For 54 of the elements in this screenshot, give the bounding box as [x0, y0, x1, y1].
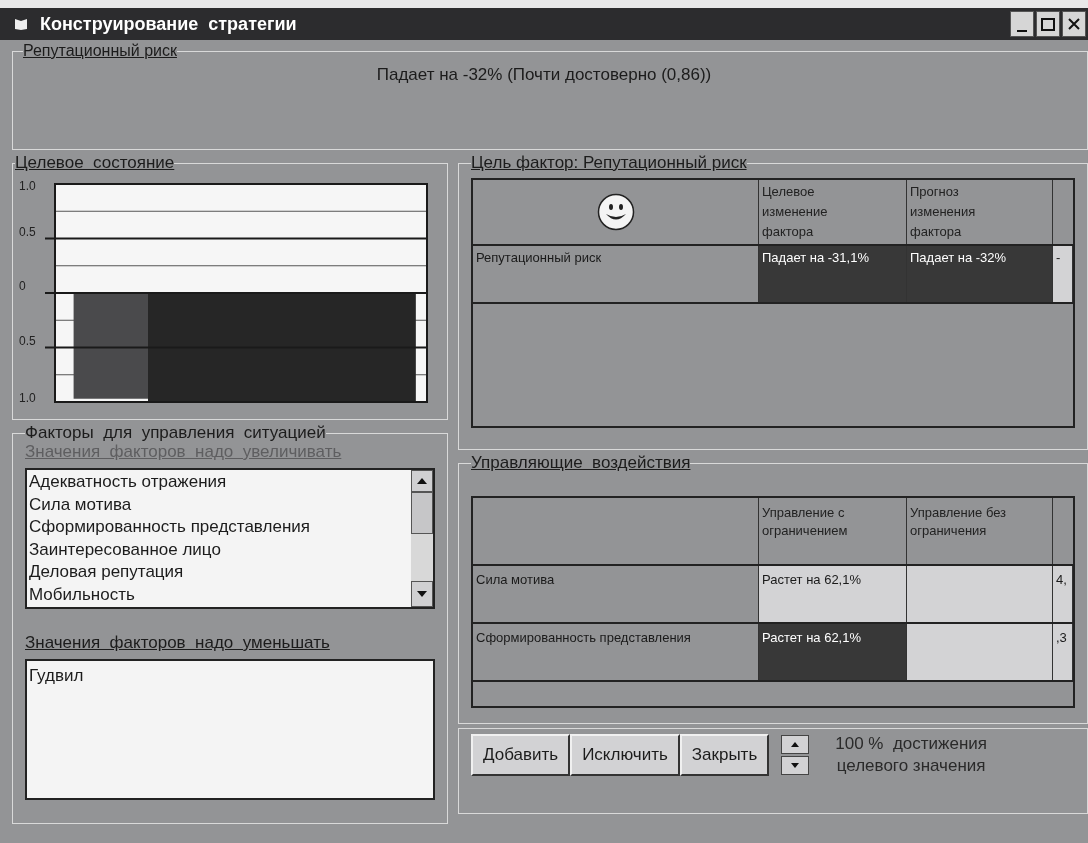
scrollbar[interactable]: [411, 470, 433, 607]
group-title: Управляющие воздействия: [471, 454, 691, 472]
spin-up-button[interactable]: [781, 735, 810, 754]
list-item[interactable]: Заинтересованное лицо: [29, 538, 411, 561]
column-header: Управление с ограничением: [759, 498, 907, 564]
axis-tick-label: 1.0: [19, 391, 36, 405]
dialog-button[interactable]: Добавить: [471, 734, 571, 776]
table-cell: -: [1053, 246, 1073, 302]
progress-text: целевого значения: [836, 755, 986, 777]
section-label: Значения факторов надо уменьшать: [25, 633, 331, 653]
up-arrow-icon: [417, 478, 427, 484]
down-arrow-icon: [417, 591, 427, 597]
table-cell: Растет на 62,1%: [759, 624, 907, 680]
column-header: Управление без ограничения: [907, 498, 1053, 564]
table-cell: 4,: [1053, 566, 1073, 622]
table-cell: ,3: [1053, 624, 1073, 680]
axis-tick-label: 0.5: [19, 224, 36, 239]
minimize-button[interactable]: [1010, 11, 1034, 37]
window-icon: [14, 17, 28, 31]
close-button[interactable]: [1062, 11, 1086, 37]
scroll-down-button[interactable]: [411, 581, 433, 607]
window-title: Конструирование стратегии: [40, 12, 298, 36]
axis-tick-label: 1.0: [19, 179, 36, 193]
dialog-button[interactable]: Закрыть: [679, 734, 770, 776]
axis-tick-label: 0.5: [19, 333, 36, 348]
list-item[interactable]: Мобильность: [29, 583, 411, 606]
group-title: Репутационный риск: [23, 42, 177, 60]
risk-summary: Падает на -32% (Почти достоверно (0,86)): [375, 64, 713, 86]
group-title: Целевое состояние: [15, 154, 175, 172]
column-header: Целевое изменение фактора: [759, 180, 907, 244]
close-icon: [1067, 17, 1081, 31]
spin-down-button[interactable]: [781, 756, 810, 775]
table-cell: Растет на 62,1%: [759, 566, 907, 622]
down-arrow-icon: [791, 763, 800, 768]
scroll-thumb[interactable]: [411, 492, 433, 534]
axis-tick-label: 0: [19, 279, 26, 293]
list-item[interactable]: Гудвил: [29, 665, 433, 687]
group-title: Цель фактор: Репутационный риск: [471, 154, 747, 172]
up-arrow-icon: [791, 742, 800, 747]
dialog-button[interactable]: Исключить: [570, 734, 680, 776]
list-item[interactable]: Деловая репутация: [29, 561, 411, 584]
progress-text: 100 % достижения: [835, 733, 987, 755]
table-cell: Падает на -32%: [907, 246, 1053, 302]
maximize-button[interactable]: [1036, 11, 1060, 37]
list-item[interactable]: Сила мотива: [29, 493, 411, 516]
minimize-icon: [1017, 30, 1027, 32]
maximize-icon: [1041, 17, 1055, 31]
column-header: Прогноз изменения фактора: [907, 180, 1053, 244]
smiley-icon: [596, 193, 635, 231]
list-item[interactable]: Сформированность представления: [29, 516, 411, 539]
list-item[interactable]: Адекватность отражения: [29, 471, 411, 494]
table-cell: Падает на -31,1%: [759, 246, 907, 302]
group-title: Факторы для управления ситуацией: [25, 424, 326, 442]
scroll-up-button[interactable]: [411, 470, 433, 492]
